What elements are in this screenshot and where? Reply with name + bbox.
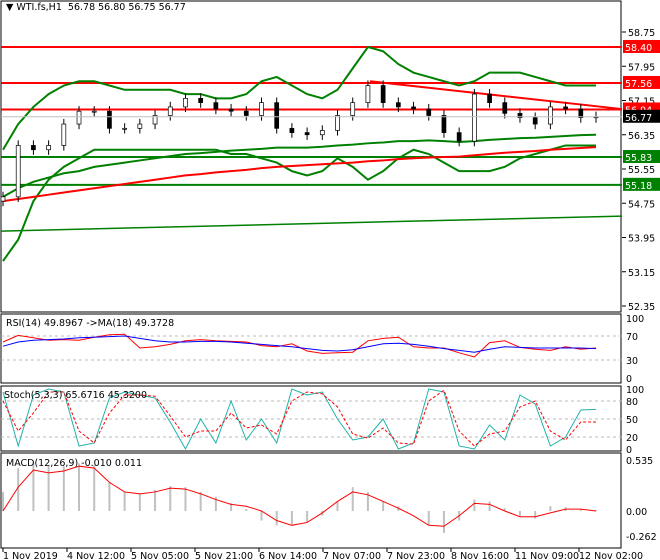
time-tick-label: 11 Nov 09:00 xyxy=(515,551,579,560)
macd-label: MACD(12,26,9) -0.010 0.011 xyxy=(6,458,142,469)
price-tick-label: 56.35 xyxy=(628,131,655,142)
candle-body xyxy=(15,145,21,198)
rsi-ma-line xyxy=(2,335,597,353)
macd-tick-label: 0.535 xyxy=(626,456,653,467)
candle-body xyxy=(198,98,204,103)
candle-body xyxy=(274,102,280,129)
candle-body xyxy=(441,115,447,133)
time-tick-label: 1 Nov 2019 xyxy=(3,551,58,560)
candle-body xyxy=(137,123,143,129)
rsi-tick-label: 30 xyxy=(626,356,638,367)
macd-tick-label: 0.00 xyxy=(626,507,647,518)
stoch-tick-label: 50 xyxy=(626,415,638,426)
candle-body xyxy=(350,102,356,116)
stoch-tick-label: 80 xyxy=(626,397,638,408)
time-tick-label: 7 Nov 07:00 xyxy=(323,551,381,560)
candle-body xyxy=(411,106,416,110)
candle-body xyxy=(107,110,112,129)
stoch-label: Stoch(5,3,3) 65.6716 45.3200 xyxy=(4,390,147,401)
candle-body xyxy=(426,108,432,116)
bid-price-label: 56.77 xyxy=(625,113,652,124)
candle-body xyxy=(456,132,462,142)
price-tick-label: 57.95 xyxy=(628,62,655,73)
candle-body xyxy=(228,108,234,112)
candle-body xyxy=(395,102,401,108)
price-tick-label: 52.35 xyxy=(628,302,655,313)
price-tick-label: 54.75 xyxy=(628,199,655,210)
candle-body xyxy=(167,106,173,116)
time-tick-label: 4 Nov 12:00 xyxy=(67,551,125,560)
candle-body xyxy=(380,85,386,103)
price-tick-label: 58.75 xyxy=(628,28,655,39)
macd-signal-line xyxy=(2,465,597,527)
candle-body xyxy=(46,145,51,151)
time-tick-label: 8 Nov 16:00 xyxy=(451,551,509,560)
candle-body xyxy=(122,127,127,130)
price-tick-label: 53.15 xyxy=(628,268,655,279)
candle-body xyxy=(61,123,67,146)
time-tick-label: 5 Nov 05:00 xyxy=(131,551,189,560)
time-tick-label: 7 Nov 23:00 xyxy=(387,551,445,560)
resistance-level-label: 57.56 xyxy=(625,79,652,90)
stoch-tick-label: 20 xyxy=(626,433,638,444)
stoch-tick-label: 0 xyxy=(626,445,632,456)
bollinger-upper xyxy=(2,45,596,151)
chart-canvas[interactable]: 58.7557.9557.1556.3555.5554.7553.9553.15… xyxy=(0,0,660,560)
price-tick-label: 55.55 xyxy=(628,165,655,176)
chart-window: ▼ WTI.fs,H1 56.78 56.80 56.75 56.77 58.7… xyxy=(0,0,660,560)
candle-body xyxy=(487,93,492,103)
candle-body xyxy=(563,106,568,110)
resistance-level-label: 58.40 xyxy=(625,43,652,54)
rsi-tick-label: 100 xyxy=(626,314,644,325)
candle-body xyxy=(243,110,249,116)
candle-body xyxy=(532,117,538,125)
time-tick-label: 5 Nov 21:00 xyxy=(195,551,253,560)
candle-body xyxy=(502,102,508,114)
candle-body xyxy=(76,110,82,125)
support-level-label: 55.18 xyxy=(625,181,652,192)
rsi-tick-label: 0 xyxy=(626,374,632,385)
bollinger-lower xyxy=(2,144,596,262)
candle-body xyxy=(319,130,325,136)
candle-body xyxy=(91,110,97,113)
candle-body xyxy=(259,102,264,116)
stoch-tick-label: 100 xyxy=(626,385,644,396)
time-tick-label: 6 Nov 14:00 xyxy=(259,551,317,560)
macd-tick-label: -0.262 xyxy=(626,532,657,543)
candle-body xyxy=(31,145,36,151)
rsi-label: RSI(14) 49.8967 ->MA(18) 49.3728 xyxy=(6,318,174,329)
price-tick-label: 53.95 xyxy=(628,234,655,245)
time-tick-label: 12 Nov 02:00 xyxy=(579,551,643,560)
candle-body xyxy=(335,115,340,131)
candle-body xyxy=(289,127,295,133)
candle-body xyxy=(548,106,553,125)
candle-body xyxy=(472,93,477,142)
support-trendline xyxy=(0,215,623,232)
candle-body xyxy=(213,102,219,110)
candle-body xyxy=(304,132,310,136)
support-level-label: 55.83 xyxy=(625,153,652,164)
candle-body xyxy=(0,196,6,202)
rsi-tick-label: 70 xyxy=(626,332,638,343)
candle-body xyxy=(365,85,371,103)
candle-body xyxy=(183,98,188,108)
